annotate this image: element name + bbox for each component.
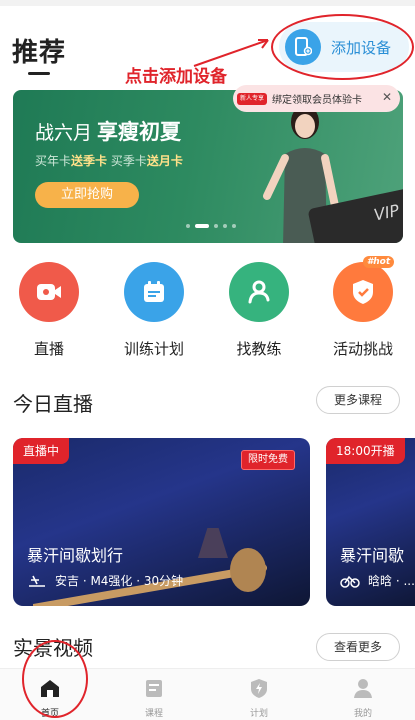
banner-sub-bold1: 送季卡 [71,154,108,168]
calendar-icon [124,262,184,322]
highlight-ring [271,14,414,80]
rowing-icon [29,575,45,587]
live-status-badge: 直播中 [13,438,70,464]
rowing-machine-image [33,528,267,606]
vip-card-text: VIP [372,200,401,225]
course-meta-text: 安吉 · M4强化 · 30分钟 [55,574,184,588]
carousel-dot [223,224,227,228]
tab-profile[interactable]: 我的 [333,677,393,719]
course-title: 暴汗间歇 [340,546,405,565]
upcoming-status-badge: 18:00开播 [326,438,405,464]
banner-sub-prefix1: 买年卡 [35,154,72,168]
tab-label: 我的 [353,709,372,719]
home-highlight-ring [22,640,88,718]
carousel-dot-active [195,224,209,228]
hot-badge: #hot [363,256,395,268]
buy-now-button[interactable]: 立即抢购 [35,182,139,208]
more-courses-button[interactable]: 更多课程 [316,386,400,414]
live-course-card[interactable]: 直播中 限时免费 暴汗间歇划行 安吉 · M4强化 · 30分钟 [13,438,310,606]
banner-subtitle: 买年卡送季卡 买季卡送月卡 [35,152,183,169]
tab-plan[interactable]: 计划 [229,677,289,719]
quick-action-label: 直播 [33,340,64,358]
course-meta: 安吉 · M4强化 · 30分钟 [27,572,183,589]
quick-action-label: 活动挑战 [332,340,393,358]
view-more-button[interactable]: 查看更多 [316,633,400,661]
upcoming-course-card[interactable]: 18:00开播 暴汗间歇 晗晗 · ... [326,438,415,606]
tab-underline [28,72,50,75]
live-camera-icon [19,262,79,322]
annotation-text: 点击添加设备 [125,67,227,87]
status-bar [0,0,415,6]
quick-action-challenge[interactable]: #hot 活动挑战 [323,256,403,359]
course-meta: 晗晗 · ... [340,572,415,589]
quick-action-label: 训练计划 [123,340,184,358]
quick-action-live[interactable]: 直播 [9,262,89,359]
courses-icon [146,680,162,697]
page-title: 推荐 [12,38,67,68]
shield-icon: #hot [333,256,395,322]
tab-label: 计划 [249,709,268,719]
quick-action-label: 找教练 [236,340,282,358]
plan-icon [251,679,267,698]
banner-sub-bold2: 送月卡 [146,154,183,168]
bike-icon [340,575,360,588]
section-title-today-live: 今日直播 [13,392,93,416]
popup-text: 绑定领取会员体验卡 [272,95,363,106]
tab-courses[interactable]: 课程 [124,677,184,719]
member-trial-popup[interactable]: 新人专享 绑定领取会员体验卡 ✕ [233,85,400,112]
course-title: 暴汗间歇划行 [27,546,124,565]
coach-icon [229,262,289,322]
quick-action-find-coach[interactable]: 找教练 [219,262,299,359]
free-tag: 限时免费 [241,450,295,470]
carousel-dots [186,224,236,228]
banner-title-part1: 战六月 [35,122,93,144]
banner-title-part2: 享瘦初夏 [97,120,181,144]
promo-banner[interactable]: 战六月 享瘦初夏 买年卡送季卡 买季卡送月卡 立即抢购 VIP [13,90,403,243]
carousel-dot [214,224,218,228]
quick-action-training-plan[interactable]: 训练计划 [114,262,194,359]
user-icon [354,679,372,698]
tab-label: 课程 [144,709,163,719]
close-icon[interactable]: ✕ [382,90,392,104]
course-meta-text: 晗晗 · ... [368,574,415,588]
new-user-badge: 新人专享 [237,92,268,105]
carousel-dot [186,224,190,228]
carousel-dot [232,224,236,228]
banner-sub-prefix2: 买季卡 [110,154,147,168]
